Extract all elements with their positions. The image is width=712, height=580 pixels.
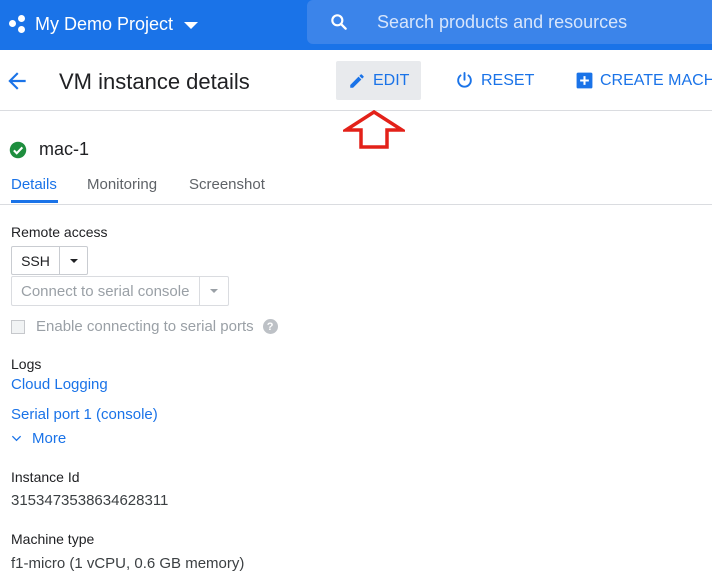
remote-access-label: Remote access (11, 224, 108, 240)
ssh-split-button[interactable]: SSH (11, 246, 88, 275)
enable-serial-checkbox (11, 319, 25, 334)
triangle-down-icon (69, 258, 78, 263)
serial-console-dropdown (200, 277, 228, 305)
edit-label: EDIT (373, 71, 410, 89)
machine-type-label: Machine type (11, 531, 95, 547)
page-header: VM instance details EDIT RESET CREATE MA… (0, 52, 712, 111)
search-icon (331, 14, 347, 30)
top-bar: My Demo Project Search products and reso… (0, 0, 712, 50)
serial-console-split-button: Connect to serial console (11, 276, 229, 306)
edit-button[interactable]: EDIT (336, 61, 421, 100)
instance-id-label: Instance Id (11, 469, 80, 485)
tab-screenshot[interactable]: Screenshot (189, 176, 265, 193)
ssh-button[interactable]: SSH (12, 247, 60, 274)
help-icon[interactable]: ? (262, 319, 278, 334)
instance-name: mac-1 (39, 139, 90, 159)
annotation-arrow (343, 110, 405, 149)
create-label: CREATE MACHI (600, 71, 712, 89)
add-box-icon (576, 72, 593, 89)
reset-button[interactable]: RESET (455, 61, 534, 100)
search-placeholder: Search products and resources (377, 11, 628, 32)
search-bar[interactable]: Search products and resources (307, 0, 712, 44)
check-circle-icon (9, 141, 27, 158)
instance-id-value: 3153473538634628311 (11, 492, 169, 509)
pencil-icon (350, 73, 364, 88)
logs-label: Logs (11, 356, 42, 372)
cloud-logging-link[interactable]: Cloud Logging (11, 376, 108, 393)
active-tab-indicator (11, 200, 58, 203)
caret-down-icon (184, 21, 199, 29)
serial-console-button: Connect to serial console (12, 277, 200, 305)
power-icon (457, 72, 472, 88)
more-toggle[interactable]: More (11, 430, 66, 447)
enable-serial-row: Enable connecting to serial ports ? (11, 318, 278, 335)
machine-type-value: f1-micro (1 vCPU, 0.6 GB memory) (11, 555, 245, 572)
project-selector[interactable]: My Demo Project (9, 12, 199, 36)
enable-serial-label: Enable connecting to serial ports (36, 318, 254, 335)
page-title: VM instance details (59, 69, 250, 94)
tab-details[interactable]: Details (11, 176, 57, 193)
reset-label: RESET (481, 71, 535, 89)
arrow-back-icon[interactable] (4, 68, 30, 94)
tab-bar: Details Monitoring Screenshot (0, 168, 712, 205)
project-dots-icon (9, 14, 29, 34)
ssh-dropdown[interactable] (60, 247, 87, 274)
project-name: My Demo Project (35, 13, 174, 34)
create-machine-button[interactable]: CREATE MACHI (575, 61, 712, 100)
tab-monitoring[interactable]: Monitoring (87, 176, 157, 193)
serial-port-link[interactable]: Serial port 1 (console) (11, 406, 158, 423)
more-label: More (32, 430, 67, 447)
instance-heading: mac-1 (9, 139, 89, 160)
chevron-down-icon (11, 435, 22, 442)
triangle-down-icon (210, 289, 218, 293)
